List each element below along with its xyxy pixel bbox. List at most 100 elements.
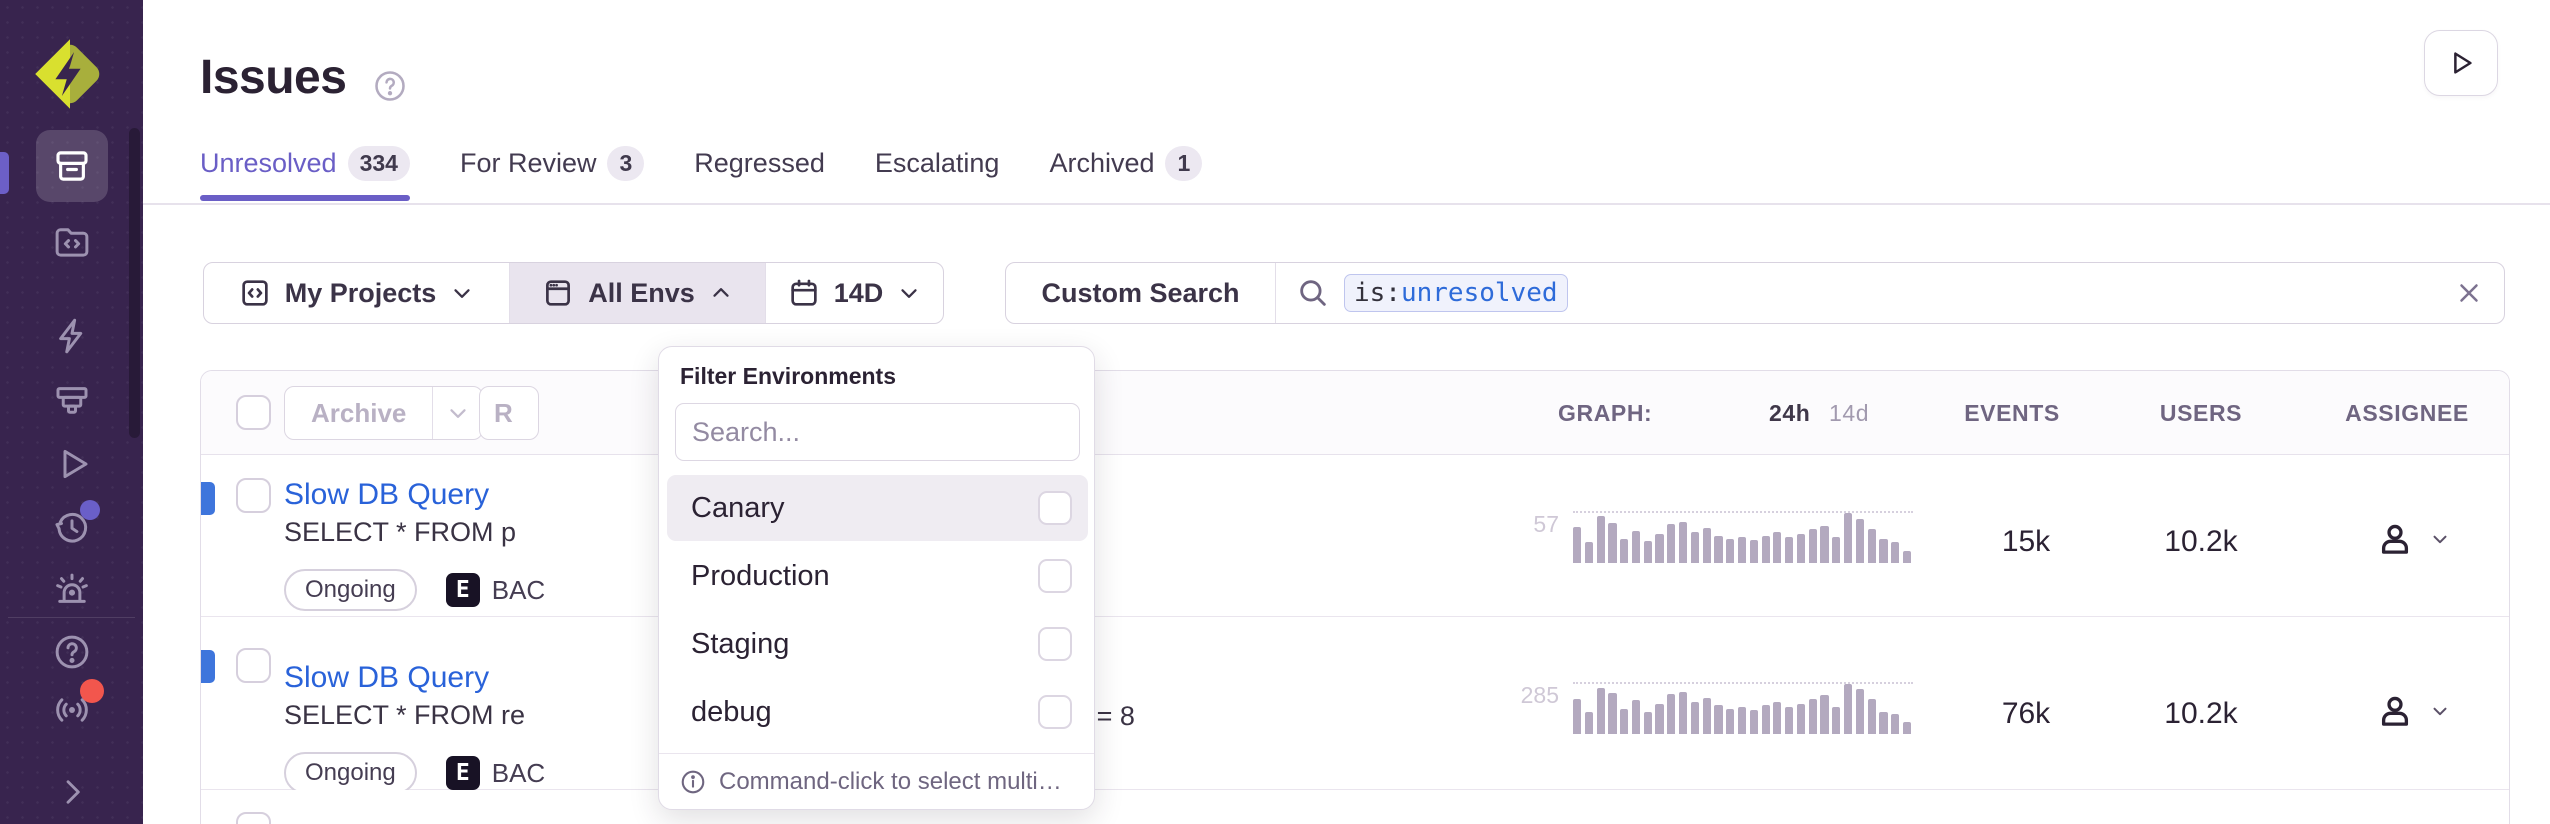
env-option-checkbox[interactable] xyxy=(1038,695,1072,729)
env-option-checkbox[interactable] xyxy=(1038,491,1072,525)
tab-for-review[interactable]: For Review 3 xyxy=(460,146,644,201)
tab-label: For Review xyxy=(460,148,597,179)
env-option-checkbox[interactable] xyxy=(1038,559,1072,593)
search-bar: Custom Search is:unresolved xyxy=(1005,262,2505,324)
search-token[interactable]: is:unresolved xyxy=(1344,274,1568,312)
column-header-graph: GRAPH: xyxy=(1558,400,1652,427)
column-header-users: USERS xyxy=(2116,400,2286,427)
dropdown-footer-text: Command-click to select multi… xyxy=(719,768,1062,796)
sidebar-item-replays[interactable] xyxy=(36,433,108,495)
projects-filter-button[interactable]: My Projects xyxy=(204,263,510,323)
users-count: 10.2k xyxy=(2116,525,2286,559)
platform-icon: E xyxy=(446,756,480,790)
env-option-debug[interactable]: debug xyxy=(667,679,1088,745)
assignee-selector[interactable] xyxy=(2374,690,2451,732)
archive-button-group: Archive xyxy=(284,386,483,440)
environments-filter-button[interactable]: All Envs xyxy=(510,263,766,323)
issue-sparkline: 285 xyxy=(1501,682,1913,734)
date-range-filter-button[interactable]: 14D xyxy=(766,263,943,323)
status-badge: Ongoing xyxy=(284,569,417,611)
archive-button[interactable]: Archive xyxy=(285,387,432,439)
page-help-icon[interactable] xyxy=(372,68,408,104)
demo-tour-button[interactable] xyxy=(2424,30,2498,96)
sidebar-item-profiling[interactable] xyxy=(36,369,108,431)
graph-period-14d[interactable]: 14d xyxy=(1829,400,1869,427)
issue-row[interactable]: Slow DB Query SELECT * FROM re Ongoing E… xyxy=(201,617,2509,790)
env-option-canary[interactable]: Canary xyxy=(667,475,1088,541)
tab-count-badge: 3 xyxy=(607,146,644,181)
tab-count-badge: 334 xyxy=(348,146,410,181)
resolve-button[interactable]: R xyxy=(479,386,539,440)
lightning-icon xyxy=(51,315,93,357)
close-icon xyxy=(2454,278,2484,308)
token-key: is: xyxy=(1354,278,1401,308)
issue-row[interactable]: Slow DB Query SELECT * FROM p Ongoing E … xyxy=(201,455,2509,617)
tab-regressed[interactable]: Regressed xyxy=(694,146,825,201)
sidebar-item-performance[interactable] xyxy=(36,305,108,367)
issue-checkbox[interactable] xyxy=(236,478,271,513)
events-count: 15k xyxy=(1941,525,2111,559)
chevron-down-icon xyxy=(2429,528,2451,550)
calendar-icon xyxy=(787,276,821,310)
graph-period-24h[interactable]: 24h xyxy=(1769,400,1810,427)
platform-icon: E xyxy=(446,573,480,607)
issue-checkbox[interactable] xyxy=(236,648,271,683)
user-icon xyxy=(2374,690,2416,732)
column-header-events: EVENTS xyxy=(1927,400,2097,427)
inbox-icon xyxy=(51,145,93,187)
window-icon xyxy=(541,276,575,310)
issues-page: Issues Unresolved 334 For Review 3 xyxy=(0,0,2550,824)
date-range-label: 14D xyxy=(834,278,884,309)
env-option-label: debug xyxy=(691,696,1038,729)
tab-archived[interactable]: Archived 1 xyxy=(1049,146,1202,201)
custom-search-label: Custom Search xyxy=(1041,278,1239,309)
issue-checkbox[interactable] xyxy=(236,812,271,824)
status-badge: Ongoing xyxy=(284,752,417,794)
tabs-divider xyxy=(143,203,2550,205)
tab-label: Archived xyxy=(1049,148,1154,179)
play-icon xyxy=(2446,48,2476,78)
issue-row-partial[interactable] xyxy=(201,790,2509,822)
tab-unresolved[interactable]: Unresolved 334 xyxy=(200,146,410,201)
chevron-up-icon xyxy=(708,280,734,306)
search-input[interactable]: is:unresolved xyxy=(1276,263,2434,323)
sidebar-collapse-button[interactable] xyxy=(36,761,108,823)
flamegraph-icon xyxy=(51,379,93,421)
search-icon xyxy=(1296,276,1330,310)
sidebar xyxy=(0,0,143,824)
env-option-staging[interactable]: Staging xyxy=(667,611,1088,677)
environment-search-input[interactable] xyxy=(675,403,1080,461)
tab-escalating[interactable]: Escalating xyxy=(875,146,1000,201)
tab-label: Escalating xyxy=(875,148,1000,179)
chevron-down-icon xyxy=(445,400,471,426)
custom-search-button[interactable]: Custom Search xyxy=(1006,263,1276,323)
token-value: unresolved xyxy=(1401,278,1558,308)
sidebar-divider xyxy=(8,617,135,618)
environment-dropdown: Filter Environments Canary Production St… xyxy=(658,346,1095,810)
sidebar-item-projects[interactable] xyxy=(36,211,108,273)
sidebar-item-crons[interactable] xyxy=(36,496,108,558)
sidebar-item-whats-new[interactable] xyxy=(36,679,108,741)
tab-label: Regressed xyxy=(694,148,825,179)
sidebar-item-help[interactable] xyxy=(36,621,108,683)
sidebar-scrollbar[interactable] xyxy=(129,128,140,438)
assignee-selector[interactable] xyxy=(2374,518,2451,560)
user-icon xyxy=(2374,518,2416,560)
select-all-checkbox[interactable] xyxy=(236,395,271,430)
env-option-label: Canary xyxy=(691,492,1038,525)
sparkline-plot xyxy=(1573,682,1913,734)
siren-icon xyxy=(51,569,93,611)
archive-dropdown-button[interactable] xyxy=(432,387,482,439)
question-circle-icon xyxy=(51,631,93,673)
events-count: 76k xyxy=(1941,697,2111,731)
folder-code-icon xyxy=(51,221,93,263)
env-option-production[interactable]: Production xyxy=(667,543,1088,609)
issue-state-tabs: Unresolved 334 For Review 3 Regressed Es… xyxy=(200,146,1202,201)
projects-filter-label: My Projects xyxy=(285,278,437,309)
sidebar-item-alerts[interactable] xyxy=(36,559,108,621)
env-option-checkbox[interactable] xyxy=(1038,627,1072,661)
sidebar-item-issues[interactable] xyxy=(36,130,108,202)
search-clear-button[interactable] xyxy=(2434,263,2504,323)
sparkline-max-label: 57 xyxy=(1501,511,1559,536)
sentry-logo[interactable] xyxy=(31,35,109,113)
